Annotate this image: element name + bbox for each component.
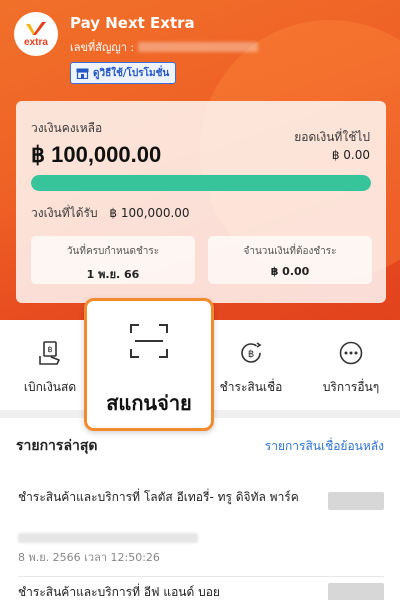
app-title: Pay Next Extra [70,14,195,32]
other-services-label: บริการอื่นๆ [322,380,380,394]
svg-text:฿: ฿ [248,349,254,360]
transaction-amount-redacted [328,492,384,510]
due-date-label: วันที่ครบกำหนดชำระ [66,246,160,257]
remaining-credit-amount: ฿ 100,000.00 [31,142,162,167]
credit-limit-row: วงเงินที่ได้รับ ฿ 100,000.00 [31,204,190,223]
scan-pay-label: สแกนจ่าย [106,391,192,415]
contract-number-redacted [138,42,259,52]
transaction-amount-redacted [328,583,384,600]
pay-product-label: ชำระสินเชื่อ [219,380,283,394]
credit-progress-fill [31,175,371,191]
remaining-credit-label: วงเงินคงเหลือ [31,121,103,135]
transaction-description: ชำระสินค้าและบริการที่ โลตัส อีเทอรี่- ท… [18,490,299,504]
credit-history-link[interactable]: รายการสินเชื่อย้อนหลัง [265,437,384,456]
scan-qr-icon [130,324,168,358]
promo-button-label: ดูวิธีใช้/โปรโมชั่น [93,67,170,79]
transaction-reference-redacted [18,533,198,543]
recent-transactions-title: รายการล่าสุด [16,438,98,454]
due-date-value: 1 พ.ย. 66 [86,268,140,281]
extra-logo: extra [14,12,58,56]
refresh-baht-icon: ฿ [241,342,262,363]
withdraw-cash-button[interactable]: ฿ เบิกเงินสด [5,340,95,397]
logo-check-icon [24,21,48,37]
more-icon [339,341,363,365]
withdraw-cash-label: เบิกเงินสด [23,380,77,394]
scan-pay-button[interactable]: สแกนจ่าย [84,298,214,431]
other-services-button[interactable]: บริการอื่นๆ [306,340,396,397]
transaction-time: 8 พ.ย. 2566 เวลา 12:50:26 [18,551,160,564]
promo-button[interactable]: ดูวิธีใช้/โปรโมชั่น [70,62,177,84]
used-amount-label: ยอดเงินที่ใช้ไป [294,130,370,144]
transaction-description: ชำระสินค้าและบริการที่ อีฟ แอนด์ บอย [18,585,220,599]
credit-limit-amount: ฿ 100,000.00 [109,206,190,220]
balance-card: วงเงินคงเหลือ ยอดเงินที่ใช้ไป ฿ 100,000.… [16,101,386,303]
credit-progress-bar [31,175,371,191]
amount-due-label: จำนวนเงินที่ต้องชำระ [243,246,337,257]
svg-text:฿: ฿ [47,345,52,354]
amount-due-box: จำนวนเงินที่ต้องชำระ ฿ 0.00 [208,236,372,284]
used-amount-value: ฿ 0.00 [331,148,370,162]
amount-due-value: ฿ 0.00 [270,265,310,278]
transaction-separator [18,576,384,577]
credit-limit-label: วงเงินที่ได้รับ [31,206,98,220]
contract-label: เลขที่สัญญา : [70,41,135,54]
logo-text: extra [24,36,48,48]
due-date-box: วันที่ครบกำหนดชำระ 1 พ.ย. 66 [31,236,195,284]
pay-product-button[interactable]: ฿ ชำระสินเชื่อ [206,340,296,397]
cash-withdraw-icon: ฿ [39,341,60,365]
contract-number: เลขที่สัญญา : [70,38,259,56]
store-icon [76,68,89,79]
